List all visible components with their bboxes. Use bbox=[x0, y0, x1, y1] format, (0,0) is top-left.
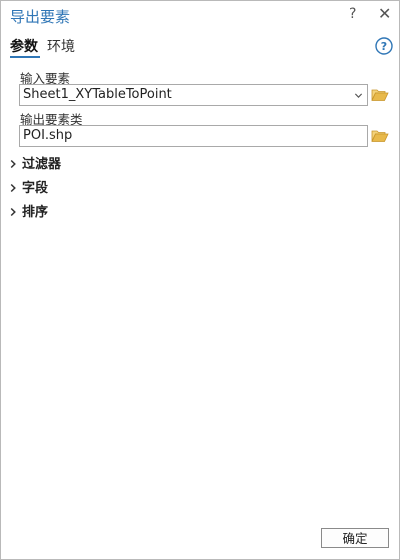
section-fields[interactable]: 字段 bbox=[8, 177, 48, 196]
section-sort-label: 排序 bbox=[22, 205, 49, 220]
close-button[interactable]: ✕ bbox=[378, 4, 391, 23]
chevron-down-icon[interactable] bbox=[354, 91, 363, 100]
input-features-dropdown[interactable]: Sheet1_XYTableToPoint bbox=[19, 84, 368, 106]
chevron-right-icon bbox=[10, 183, 16, 193]
chevron-right-icon bbox=[10, 207, 16, 217]
folder-open-icon[interactable] bbox=[371, 128, 389, 144]
section-sort[interactable]: 排序 bbox=[8, 201, 48, 220]
pane-title: 导出要素 bbox=[10, 8, 71, 26]
output-feature-class-input[interactable]: POI.shp bbox=[19, 125, 368, 147]
title-bar: 导出要素 ? ✕ bbox=[1, 1, 399, 29]
input-features-value: Sheet1_XYTableToPoint bbox=[23, 87, 172, 102]
help-button[interactable]: ? bbox=[349, 6, 356, 22]
section-fields-label: 字段 bbox=[22, 181, 49, 196]
folder-open-icon[interactable] bbox=[371, 87, 389, 103]
help-circle-icon[interactable]: ? bbox=[375, 37, 393, 55]
tab-environments[interactable]: 环境 bbox=[47, 36, 75, 56]
svg-text:?: ? bbox=[381, 40, 387, 53]
chevron-right-icon bbox=[10, 159, 16, 169]
ok-button[interactable]: 确定 bbox=[321, 528, 389, 548]
active-tab-indicator bbox=[10, 56, 40, 58]
export-features-pane: 导出要素 ? ✕ 参数 环境 ? 输入要素 Sheet1_XYTableToPo… bbox=[0, 0, 400, 560]
tab-parameters[interactable]: 参数 bbox=[10, 36, 38, 56]
output-feature-class-value: POI.shp bbox=[23, 128, 73, 143]
section-filters-label: 过滤器 bbox=[22, 157, 62, 172]
section-filters[interactable]: 过滤器 bbox=[8, 153, 61, 172]
